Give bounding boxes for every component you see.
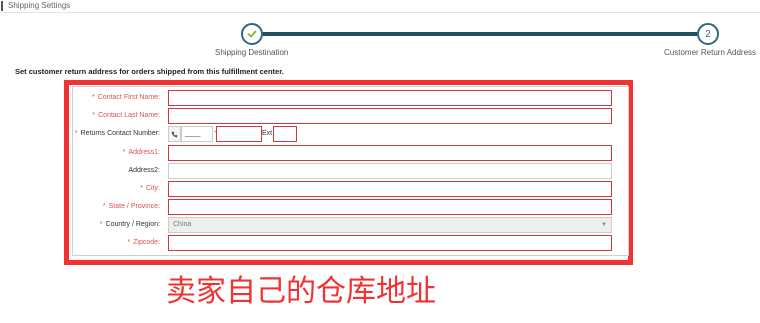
address1-row: * Address1: — [0, 145, 760, 161]
city-row: * City: — [0, 181, 760, 197]
state-row: * State / Province: — [0, 199, 760, 215]
dropdown-arrow-icon: ▼ — [601, 222, 607, 228]
address1-label: * Address1: — [122, 149, 160, 156]
annotation-caption: 卖家自己的仓库地址 — [166, 274, 436, 309]
zipcode-label: * Zipcode: — [127, 239, 160, 246]
progress-stepper: 2 Shipping Destination Customer Return A… — [0, 20, 760, 62]
page-header: Shipping Settings — [0, 0, 760, 13]
step-1-circle[interactable] — [241, 23, 263, 45]
phone-ext-field[interactable] — [273, 126, 297, 142]
step-2-circle[interactable]: 2 — [697, 23, 719, 45]
phone-row: *Returns Contact Number: ____ - Ext — [0, 126, 760, 142]
country-selected-value: China — [173, 221, 192, 228]
country-select[interactable]: China ▼ — [168, 217, 612, 233]
step-2-label: Customer Return Address — [664, 48, 757, 57]
address2-field[interactable] — [168, 163, 612, 179]
phone-ext-label: Ext — [262, 130, 273, 137]
checkmark-icon — [247, 30, 257, 38]
stepper-line — [262, 32, 698, 36]
step-2-number: 2 — [705, 28, 711, 40]
city-field[interactable] — [168, 181, 612, 197]
state-label: * State / Province: — [102, 203, 160, 210]
address2-row: Address2: — [0, 163, 760, 179]
zipcode-row: * Zipcode: — [0, 235, 760, 251]
page-title: Shipping Settings — [8, 1, 71, 10]
first-name-field[interactable] — [168, 90, 612, 106]
phone-icon — [171, 131, 178, 137]
address2-label: Address2: — [128, 167, 160, 174]
phone-area-code-field[interactable]: ____ — [181, 126, 213, 142]
last-name-row: * Contact Last Name: — [0, 108, 760, 124]
zipcode-field[interactable] — [168, 235, 612, 251]
country-label: * Country / Region: — [99, 221, 160, 228]
first-name-row: * Contact First Name: — [0, 90, 760, 106]
address1-field[interactable] — [168, 145, 612, 161]
last-name-field[interactable] — [168, 108, 612, 124]
phone-label: * Returns Contact Number: — [74, 130, 160, 137]
state-field[interactable] — [168, 199, 612, 215]
phone-number-field[interactable] — [216, 126, 262, 142]
intro-text: Set customer return address for orders s… — [15, 67, 284, 76]
header-accent-bar — [1, 1, 3, 11]
phone-icon-box — [168, 126, 181, 142]
city-label: * City: — [140, 185, 160, 192]
country-row: * Country / Region: China ▼ — [0, 217, 760, 233]
first-name-label: * Contact First Name: — [92, 94, 160, 101]
step-1-label: Shipping Destination — [215, 48, 289, 57]
last-name-label: * Contact Last Name: — [92, 112, 160, 119]
